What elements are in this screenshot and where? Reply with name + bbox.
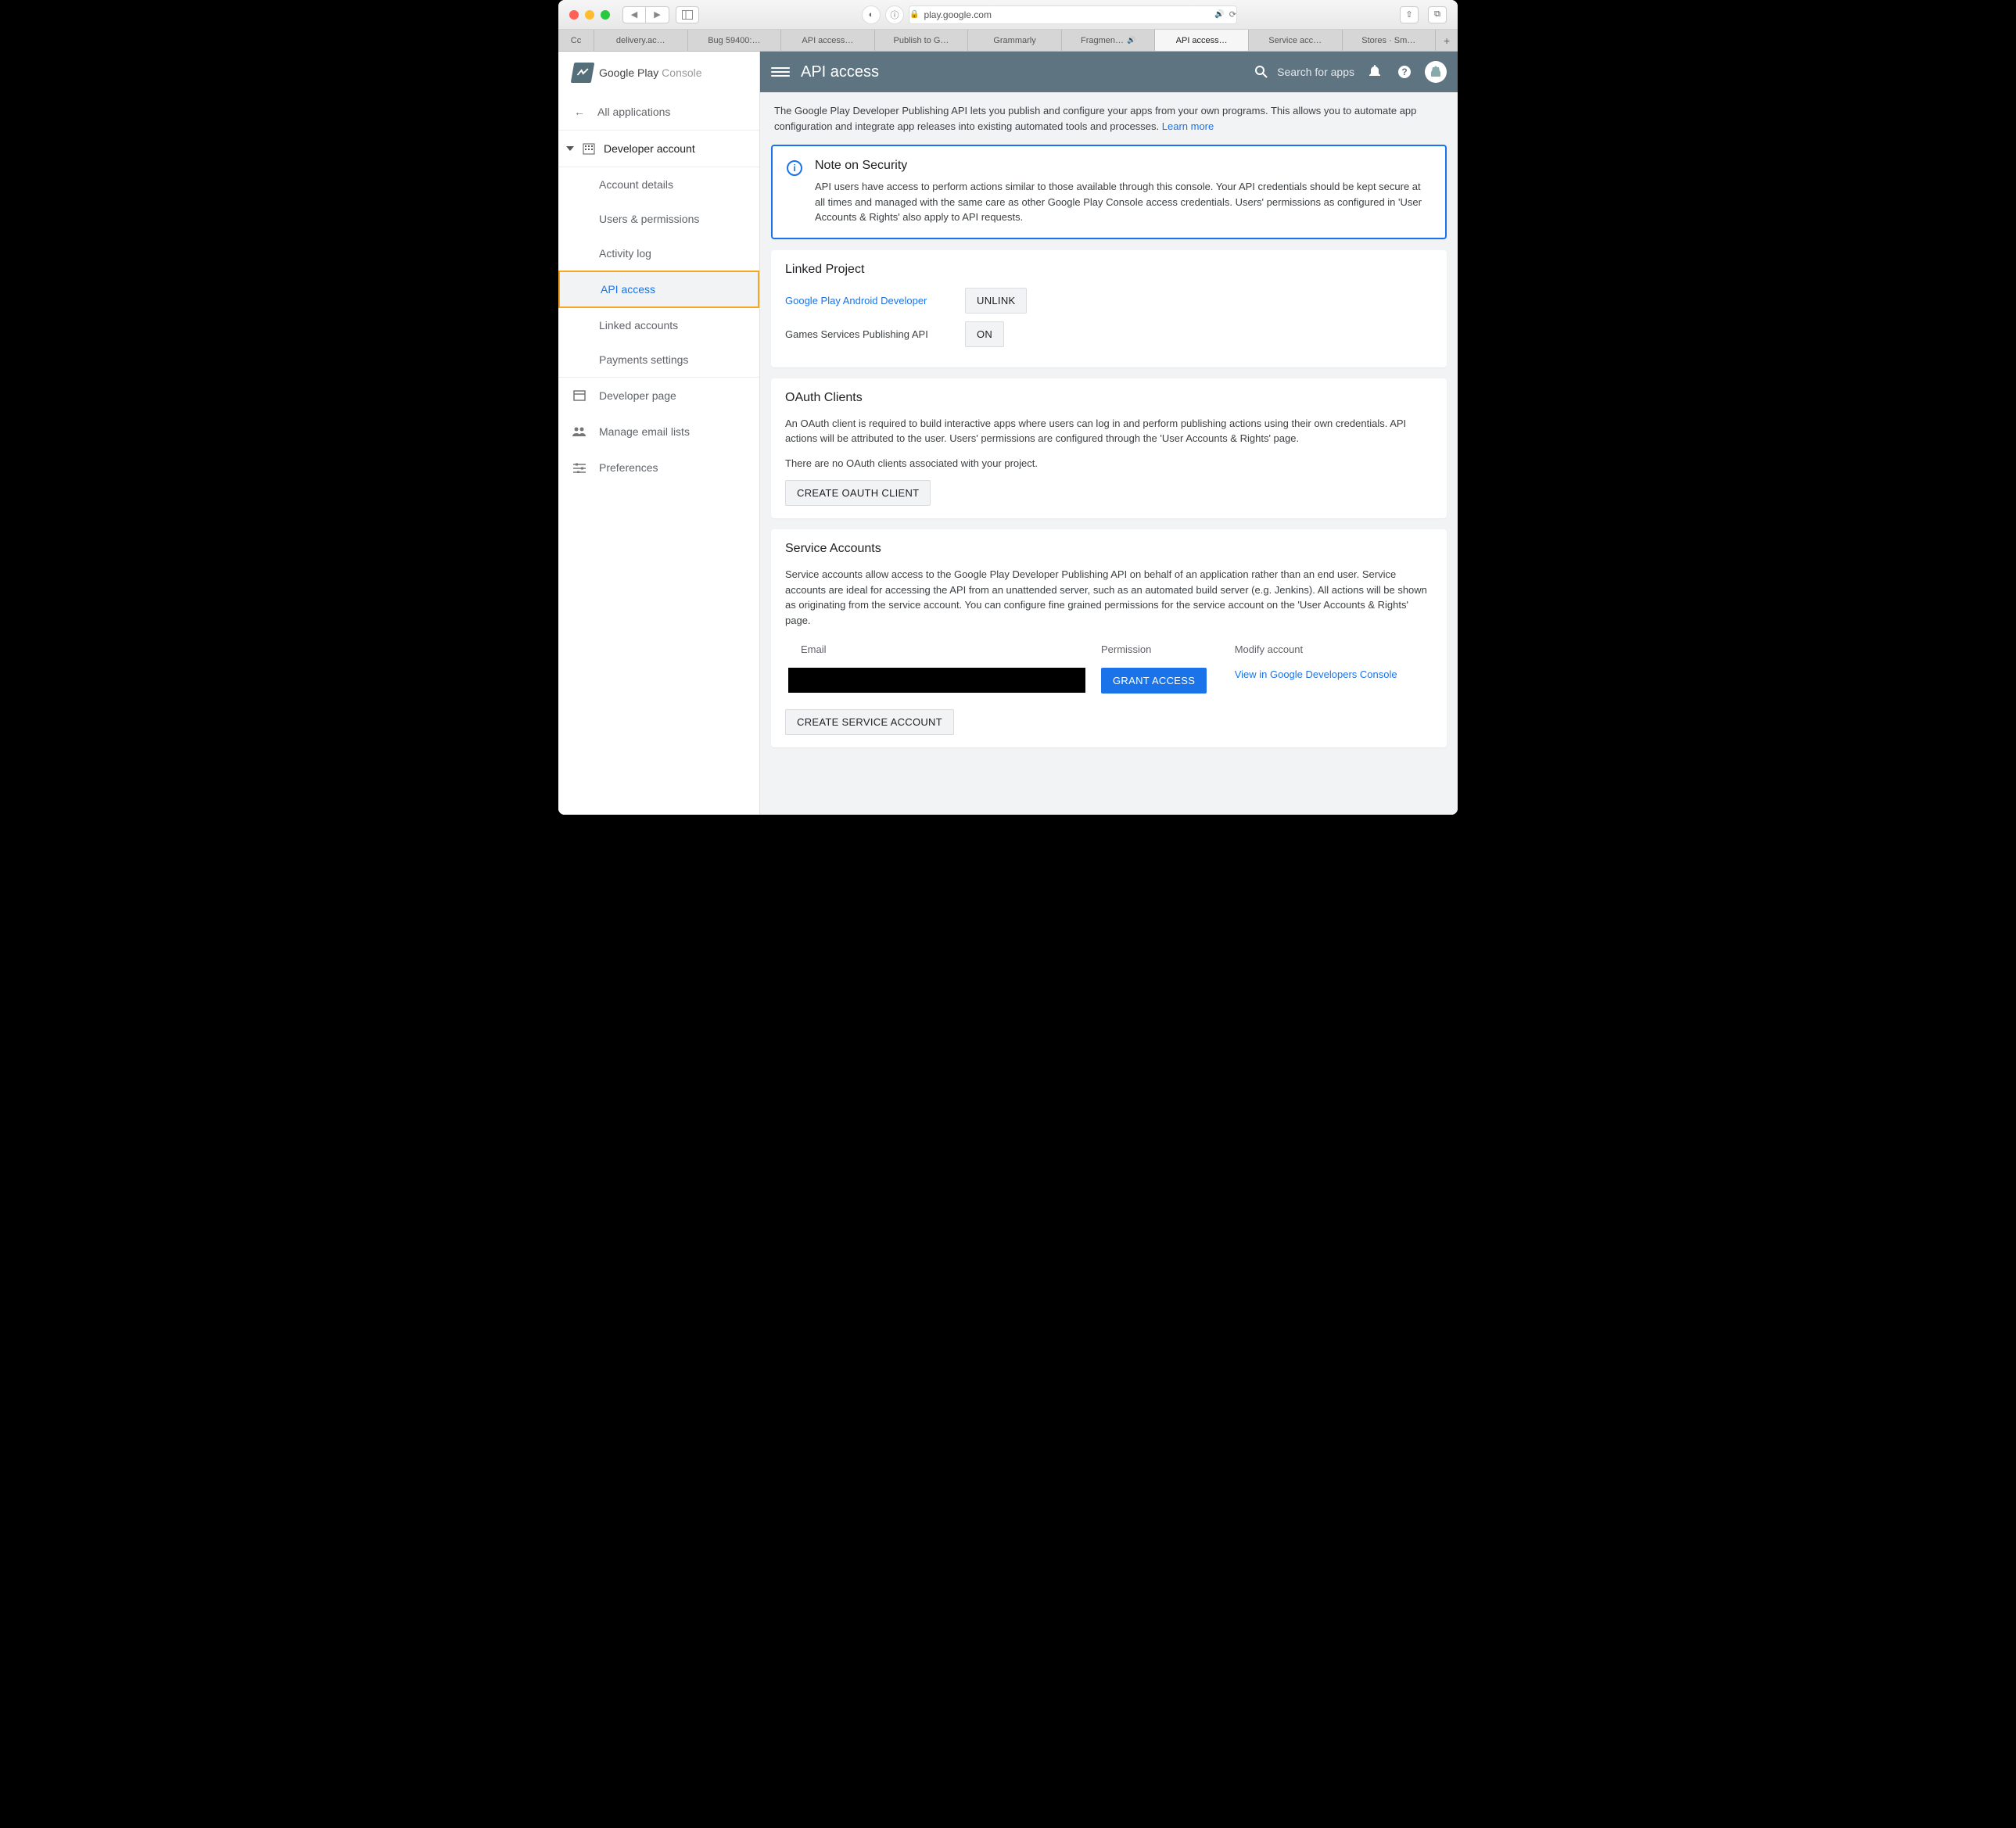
tab-7[interactable]: API access…: [1155, 30, 1249, 51]
tab-1[interactable]: delivery.ac…: [594, 30, 688, 51]
oauth-empty: There are no OAuth clients associated wi…: [785, 456, 1433, 471]
audio-icon[interactable]: 🔊: [1214, 10, 1224, 19]
nav-buttons: ◀ ▶: [622, 6, 669, 23]
sidebar-label: Preferences: [599, 461, 658, 474]
sidebar-item-api-access[interactable]: API access: [558, 271, 759, 308]
page-icon: [572, 389, 587, 403]
sidebar-item-activity-log[interactable]: Activity log: [558, 236, 759, 271]
unlink-button[interactable]: Unlink: [965, 288, 1027, 314]
sidebar-toggle-button[interactable]: [676, 6, 699, 23]
url-text: play.google.com: [924, 9, 992, 20]
sa-title: Service Accounts: [785, 542, 1433, 556]
sa-desc: Service accounts allow access to the Goo…: [785, 567, 1433, 628]
th-email: Email: [785, 637, 1098, 661]
chevron-down-icon: [566, 146, 574, 151]
share-button[interactable]: ⇧: [1400, 6, 1419, 23]
search-icon: [1252, 63, 1271, 81]
sidebar-item-payments-settings[interactable]: Payments settings: [558, 342, 759, 377]
all-apps-label: All applications: [597, 106, 670, 118]
maximize-window-icon[interactable]: [601, 10, 610, 20]
dev-account-label: Developer account: [604, 142, 695, 155]
tab-6[interactable]: Fragmen…🔊: [1062, 30, 1156, 51]
hamburger-menu-icon[interactable]: [771, 67, 790, 77]
account-avatar[interactable]: [1425, 61, 1447, 83]
tab-9[interactable]: Stores · Sm…: [1343, 30, 1437, 51]
email-redacted: [788, 668, 1085, 693]
play-console-logo[interactable]: Google Play Console: [558, 52, 759, 94]
info-icon: i: [787, 160, 802, 176]
help-icon[interactable]: ?: [1395, 63, 1414, 81]
th-modify: Modify account: [1232, 637, 1433, 661]
developer-account-section[interactable]: Developer account: [558, 131, 759, 167]
people-icon: [572, 425, 587, 439]
forward-button[interactable]: ▶: [646, 6, 669, 23]
all-applications-link[interactable]: ← All applications: [558, 94, 759, 131]
sidebar-item-email-lists[interactable]: Manage email lists: [558, 414, 759, 450]
svg-text:?: ?: [1401, 66, 1407, 77]
learn-more-link[interactable]: Learn more: [1162, 120, 1214, 132]
sidebar: Google Play Console ← All applications D…: [558, 52, 760, 815]
site-settings-button[interactable]: ⓘ: [885, 5, 904, 24]
oauth-desc: An OAuth client is required to build int…: [785, 416, 1433, 446]
service-accounts-card: Service Accounts Service accounts allow …: [771, 529, 1447, 747]
content-scroll: The Google Play Developer Publishing API…: [760, 92, 1458, 815]
app-topbar: API access Search for apps ?: [760, 52, 1458, 92]
create-oauth-button[interactable]: Create OAuth Client: [785, 480, 931, 506]
browser-tab-bar: Cc delivery.ac… Bug 59400:… API access… …: [558, 30, 1458, 52]
back-button[interactable]: ◀: [622, 6, 646, 23]
sidebar-item-linked-accounts[interactable]: Linked accounts: [558, 308, 759, 342]
sliders-icon: [572, 461, 587, 475]
linked-project-card: Linked Project Google Play Android Devel…: [771, 250, 1447, 367]
tabs-overview-button[interactable]: ⧉: [1428, 6, 1447, 23]
oauth-clients-card: OAuth Clients An OAuth client is require…: [771, 378, 1447, 519]
new-tab-button[interactable]: +: [1436, 30, 1458, 51]
reload-icon[interactable]: ⟳: [1229, 9, 1236, 20]
privacy-report-button[interactable]: ◐: [862, 5, 881, 24]
tab-2[interactable]: Bug 59400:…: [688, 30, 782, 51]
bell-icon[interactable]: [1365, 63, 1384, 81]
sidebar-item-users-permissions[interactable]: Users & permissions: [558, 202, 759, 236]
th-permission: Permission: [1098, 637, 1232, 661]
tab-4[interactable]: Publish to G…: [875, 30, 969, 51]
address-bar[interactable]: 🔒 play.google.com 🔊 ⟳: [909, 5, 1237, 24]
building-icon: [582, 142, 596, 156]
lock-icon: 🔒: [909, 10, 919, 19]
linked-project-title: Linked Project: [785, 263, 1433, 277]
traffic-lights: [569, 10, 610, 20]
games-api-toggle[interactable]: On: [965, 321, 1004, 347]
search-placeholder: Search for apps: [1277, 66, 1354, 78]
games-api-label: Games Services Publishing API: [785, 328, 957, 340]
sidebar-item-preferences[interactable]: Preferences: [558, 450, 759, 486]
oauth-title: OAuth Clients: [785, 391, 1433, 405]
tab-8[interactable]: Service acc…: [1249, 30, 1343, 51]
sidebar-label: Manage email lists: [599, 425, 690, 438]
security-note-card: i Note on Security API users have access…: [771, 145, 1447, 239]
back-arrow-icon: ←: [572, 105, 587, 119]
tab-5[interactable]: Grammarly: [968, 30, 1062, 51]
page-title: API access: [801, 63, 879, 81]
table-row: Grant Access View in Google Developers C…: [785, 661, 1433, 700]
play-logo-icon: [571, 63, 595, 83]
tab-3[interactable]: API access…: [781, 30, 875, 51]
macos-titlebar: ◀ ▶ ◐ ⓘ 🔒 play.google.com 🔊 ⟳ ⇧ ⧉: [558, 0, 1458, 30]
tab-0[interactable]: Cc: [558, 30, 594, 51]
audio-icon[interactable]: 🔊: [1127, 36, 1135, 45]
sidebar-item-account-details[interactable]: Account details: [558, 167, 759, 202]
logo-text: Google Play Console: [599, 66, 702, 79]
view-in-dev-console-link[interactable]: View in Google Developers Console: [1235, 668, 1397, 680]
create-service-account-button[interactable]: Create Service Account: [785, 709, 954, 735]
linked-project-link[interactable]: Google Play Android Developer: [785, 295, 957, 306]
grant-access-button[interactable]: Grant Access: [1101, 668, 1207, 694]
sidebar-item-developer-page[interactable]: Developer page: [558, 378, 759, 414]
close-window-icon[interactable]: [569, 10, 579, 20]
main-area: API access Search for apps ?: [760, 52, 1458, 815]
note-title: Note on Security: [815, 159, 1431, 173]
service-accounts-table: Email Permission Modify account Grant Ac…: [785, 637, 1433, 700]
search-apps[interactable]: Search for apps: [1252, 63, 1354, 81]
sidebar-label: Developer page: [599, 389, 676, 402]
minimize-window-icon[interactable]: [585, 10, 594, 20]
intro-text: The Google Play Developer Publishing API…: [771, 103, 1447, 145]
note-body: API users have access to perform actions…: [815, 179, 1431, 225]
